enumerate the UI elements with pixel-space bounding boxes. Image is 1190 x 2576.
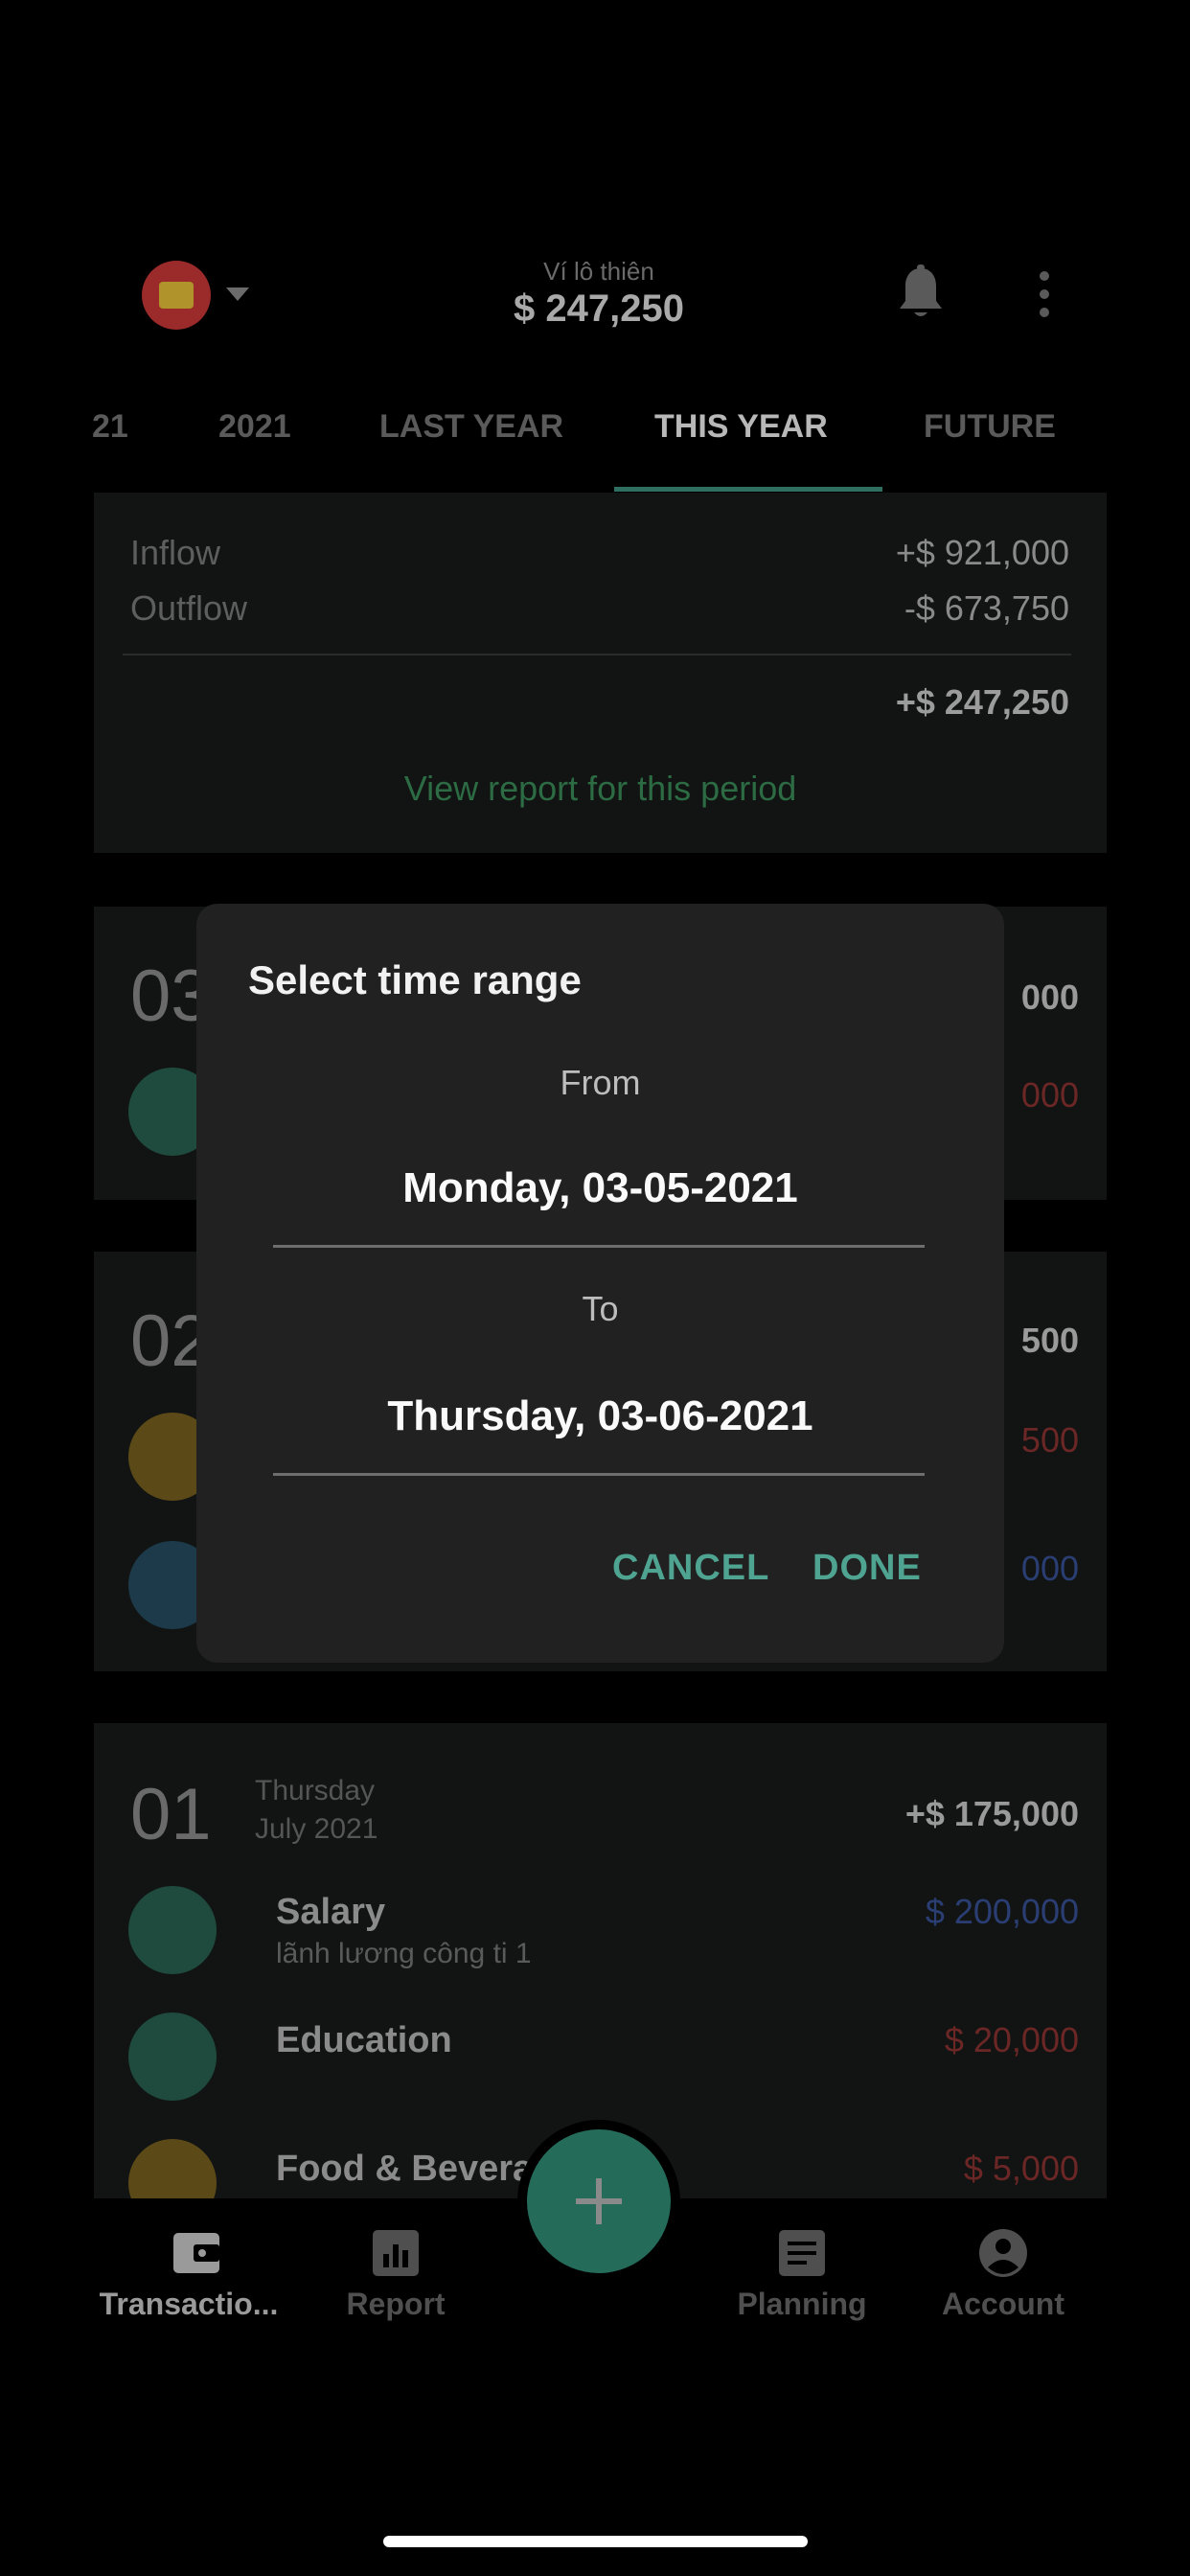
net-total: +$ 247,250: [895, 682, 1069, 722]
day-number: 01: [130, 1774, 212, 1855]
wallet-balance: $ 247,250: [514, 288, 684, 330]
item-note: lãnh lương công ti 1: [276, 1938, 532, 1969]
tab-prev-year[interactable]: 21: [92, 408, 128, 446]
dialog-title: Select time range: [248, 957, 582, 1002]
from-date-field[interactable]: Monday, 03-05-2021: [196, 1164, 1004, 1212]
plus-icon: [576, 2178, 622, 2224]
day-month-year: July 2021: [255, 1813, 378, 1845]
outflow-label: Outflow: [130, 588, 248, 628]
item-amount: 000: [1020, 1549, 1079, 1588]
item-amount: $ 20,000: [944, 2020, 1079, 2059]
item-amount: 500: [1020, 1420, 1079, 1460]
tab-this-year[interactable]: THIS YEAR: [654, 408, 828, 446]
item-amount: 000: [1020, 1075, 1079, 1115]
view-report-link[interactable]: View report for this period: [94, 769, 1107, 809]
tab-future[interactable]: FUTURE: [924, 408, 1056, 446]
item-title[interactable]: Food & Bevera: [276, 2149, 533, 2190]
wallet-icon[interactable]: [142, 261, 211, 330]
account-icon[interactable]: [977, 2227, 1029, 2279]
nav-report[interactable]: Report: [290, 2287, 501, 2322]
cancel-button[interactable]: CANCEL: [612, 1548, 769, 1589]
to-date-field[interactable]: Thursday, 03-06-2021: [196, 1392, 1004, 1440]
salary-icon: [128, 1886, 217, 1974]
more-vert-icon[interactable]: [1033, 270, 1056, 318]
bell-icon[interactable]: [897, 264, 945, 322]
day-weekday: Thursday: [255, 1775, 376, 1806]
tab-last-year[interactable]: LAST YEAR: [379, 408, 563, 446]
inflow-value: +$ 921,000: [895, 533, 1069, 572]
tab-indicator: [614, 487, 882, 492]
to-date-underline: [273, 1473, 925, 1476]
outflow-value: -$ 673,750: [904, 588, 1069, 628]
wallet-nav-icon[interactable]: [171, 2227, 222, 2279]
to-label: To: [582, 1289, 619, 1328]
day-total: 000: [1020, 978, 1079, 1017]
planning-icon[interactable]: [776, 2227, 828, 2279]
home-indicator[interactable]: [383, 2536, 808, 2547]
nav-transactions[interactable]: Transactio...: [83, 2287, 294, 2322]
report-icon[interactable]: [370, 2227, 422, 2279]
summary-divider: [123, 654, 1071, 656]
time-range-dialog: Select time range From Monday, 03-05-202…: [196, 904, 1004, 1663]
item-amount: $ 5,000: [963, 2149, 1079, 2188]
inflow-label: Inflow: [130, 533, 221, 572]
done-button[interactable]: DONE: [812, 1548, 922, 1589]
education-icon: [128, 2012, 217, 2101]
nav-account[interactable]: Account: [898, 2287, 1109, 2322]
day-total: +$ 175,000: [904, 1794, 1079, 1833]
day-total: 500: [1020, 1321, 1079, 1360]
wallet-name: Ví lô thiên: [543, 257, 654, 286]
from-date-underline: [273, 1245, 925, 1248]
nav-planning[interactable]: Planning: [697, 2287, 907, 2322]
item-amount: $ 200,000: [925, 1892, 1079, 1931]
add-transaction-button[interactable]: [527, 2129, 671, 2273]
chevron-down-icon[interactable]: [226, 288, 249, 301]
tab-2021[interactable]: 2021: [218, 408, 291, 446]
item-title[interactable]: Salary: [276, 1892, 385, 1933]
from-label: From: [560, 1063, 641, 1102]
item-title[interactable]: Education: [276, 2020, 452, 2061]
